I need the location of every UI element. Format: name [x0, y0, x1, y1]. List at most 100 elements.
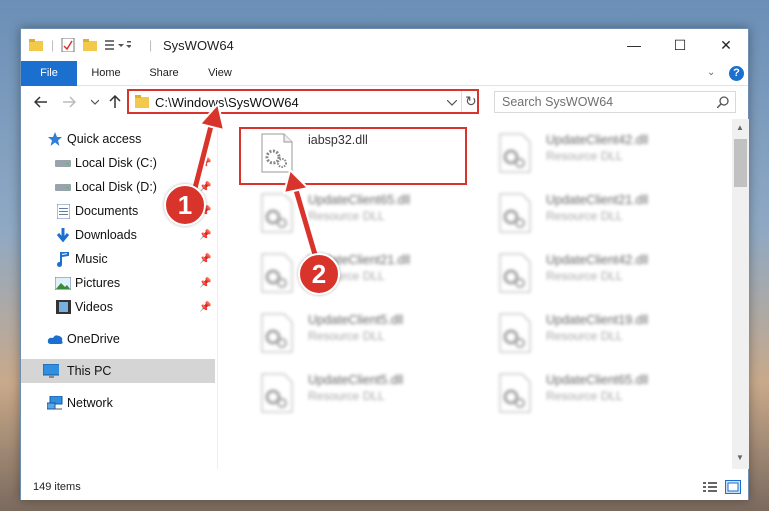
ribbon: File Home Share View ⌄ ?: [21, 61, 748, 117]
file-type: Resource DLL: [308, 209, 385, 223]
scrollbar-thumb[interactable]: [734, 139, 747, 187]
pin-icon[interactable]: 📌: [199, 254, 211, 265]
pane-divider: [217, 119, 218, 469]
address-path[interactable]: C:\Windows\SysWOW64: [155, 95, 299, 110]
pin-icon[interactable]: 📌: [199, 302, 211, 313]
sidebar-item-label: This PC: [67, 364, 112, 378]
file-list: iabsp32.dll UpdateClient42.dll Resource …: [221, 119, 731, 469]
file-type: Resource DLL: [546, 269, 623, 283]
sidebar-item-label: Local Disk (C:): [75, 156, 157, 170]
sidebar-item-label: Music: [75, 252, 108, 266]
item-count: 149 items: [33, 481, 81, 493]
status-bar: 149 items: [21, 475, 748, 500]
recent-chevron-icon[interactable]: [85, 92, 105, 112]
sidebar-item-pictures[interactable]: Pictures 📌: [21, 271, 215, 295]
file-item[interactable]: UpdateClient21.dll Resource DLL: [479, 185, 714, 241]
up-arrow-icon[interactable]: [105, 92, 125, 112]
step-2-badge: 2: [298, 253, 340, 295]
file-type: Resource DLL: [308, 389, 385, 403]
download-arrow-icon: [55, 227, 71, 243]
window-title: SysWOW64: [163, 38, 234, 53]
minimize-button[interactable]: —: [611, 29, 657, 61]
file-type: Resource DLL: [546, 329, 623, 343]
search-icon[interactable]: [717, 96, 729, 108]
file-name: UpdateClient42.dll: [546, 253, 649, 267]
sidebar-item-label: OneDrive: [67, 332, 120, 346]
star-icon: [47, 131, 63, 147]
sidebar-item-videos[interactable]: Videos 📌: [21, 295, 215, 319]
folder-icon: [135, 95, 149, 108]
file-item[interactable]: UpdateClient19.dll Resource DLL: [479, 305, 714, 361]
refresh-icon[interactable]: ↻: [465, 93, 477, 110]
expand-ribbon-icon[interactable]: ⌄: [707, 67, 715, 78]
back-arrow-icon[interactable]: [31, 92, 51, 112]
file-name: UpdateClient65.dll: [546, 373, 649, 387]
details-view-icon[interactable]: [703, 481, 717, 493]
tiles-view-icon[interactable]: [725, 480, 741, 494]
pin-icon[interactable]: 📌: [199, 230, 211, 241]
explorer-window: | | SysWOW64 — ☐ ✕ File Home Share View …: [20, 28, 749, 500]
file-item[interactable]: UpdateClient5.dll Resource DLL: [241, 365, 476, 421]
tab-share[interactable]: Share: [141, 61, 187, 86]
sidebar-item-label: Downloads: [75, 228, 137, 242]
sidebar-item-label: Videos: [75, 300, 113, 314]
maximize-button[interactable]: ☐: [657, 29, 703, 61]
scroll-down-icon[interactable]: ▼: [736, 453, 744, 462]
pin-icon[interactable]: 📌: [199, 158, 211, 169]
pin-icon[interactable]: 📌: [199, 278, 211, 289]
tab-view[interactable]: View: [197, 61, 243, 86]
sidebar-item-label: Pictures: [75, 276, 121, 290]
drive-icon: [55, 179, 71, 195]
file-item[interactable]: UpdateClient65.dll Resource DLL: [479, 365, 714, 421]
navigation-pane: Quick access Local Disk (C:) 📌 Local Dis…: [21, 119, 215, 469]
file-name: UpdateClient21.dll: [546, 193, 649, 207]
file-name: UpdateClient42.dll: [546, 133, 649, 147]
dll-file-icon: [499, 133, 531, 173]
dll-file-icon: [261, 313, 293, 353]
sidebar-item-this-pc[interactable]: This PC: [21, 359, 215, 383]
dll-file-icon: [499, 253, 531, 293]
file-name: UpdateClient5.dll: [308, 373, 404, 387]
film-icon: [55, 299, 71, 315]
step-1-badge: 1: [164, 184, 206, 226]
sidebar-item-onedrive[interactable]: OneDrive: [21, 327, 215, 351]
sidebar-item-music[interactable]: Music 📌: [21, 247, 215, 271]
properties-icon[interactable]: [61, 37, 75, 53]
search-input[interactable]: Search SysWOW64: [494, 91, 736, 113]
file-item[interactable]: UpdateClient21.dll Resource DLL: [241, 245, 476, 301]
file-type: Resource DLL: [546, 209, 623, 223]
dll-file-icon: [261, 253, 293, 293]
monitor-icon: [43, 363, 59, 379]
dll-file-icon: [499, 193, 531, 233]
tab-home[interactable]: Home: [83, 61, 129, 86]
address-bar[interactable]: C:\Windows\SysWOW64 ↻: [127, 89, 479, 114]
dll-file-icon: [499, 373, 531, 413]
scroll-up-icon[interactable]: ▲: [736, 123, 744, 132]
sidebar-item-downloads[interactable]: Downloads 📌: [21, 223, 215, 247]
sidebar-item-network[interactable]: Network: [21, 391, 215, 415]
close-button[interactable]: ✕: [703, 29, 749, 61]
file-type: Resource DLL: [546, 389, 623, 403]
sidebar-item-label: Network: [67, 396, 113, 410]
folder-icon: [29, 37, 43, 53]
file-item[interactable]: UpdateClient5.dll Resource DLL: [241, 305, 476, 361]
file-item[interactable]: UpdateClient65.dll Resource DLL: [241, 185, 476, 241]
help-icon[interactable]: ?: [729, 66, 744, 81]
search-placeholder: Search SysWOW64: [502, 95, 614, 109]
dll-file-icon: [499, 313, 531, 353]
sidebar-item-quick-access[interactable]: Quick access: [21, 127, 215, 151]
forward-arrow-icon[interactable]: [59, 92, 79, 112]
documents-icon: [55, 203, 71, 219]
title-bar: | | SysWOW64 — ☐ ✕: [21, 29, 748, 61]
file-type: Resource DLL: [546, 149, 623, 163]
sidebar-item-local-disk-c[interactable]: Local Disk (C:) 📌: [21, 151, 215, 175]
address-dropdown-icon[interactable]: [447, 100, 457, 106]
file-item[interactable]: UpdateClient42.dll Resource DLL: [479, 125, 714, 181]
file-item[interactable]: UpdateClient42.dll Resource DLL: [479, 245, 714, 301]
vertical-scrollbar[interactable]: ▲ ▼: [732, 119, 749, 469]
navigation-bar: C:\Windows\SysWOW64 ↻ Search SysWOW64: [21, 86, 748, 119]
music-note-icon: [55, 251, 71, 267]
title-separator: |: [149, 38, 153, 52]
customize-qa-icon[interactable]: [105, 37, 131, 53]
new-folder-icon[interactable]: [83, 37, 97, 53]
